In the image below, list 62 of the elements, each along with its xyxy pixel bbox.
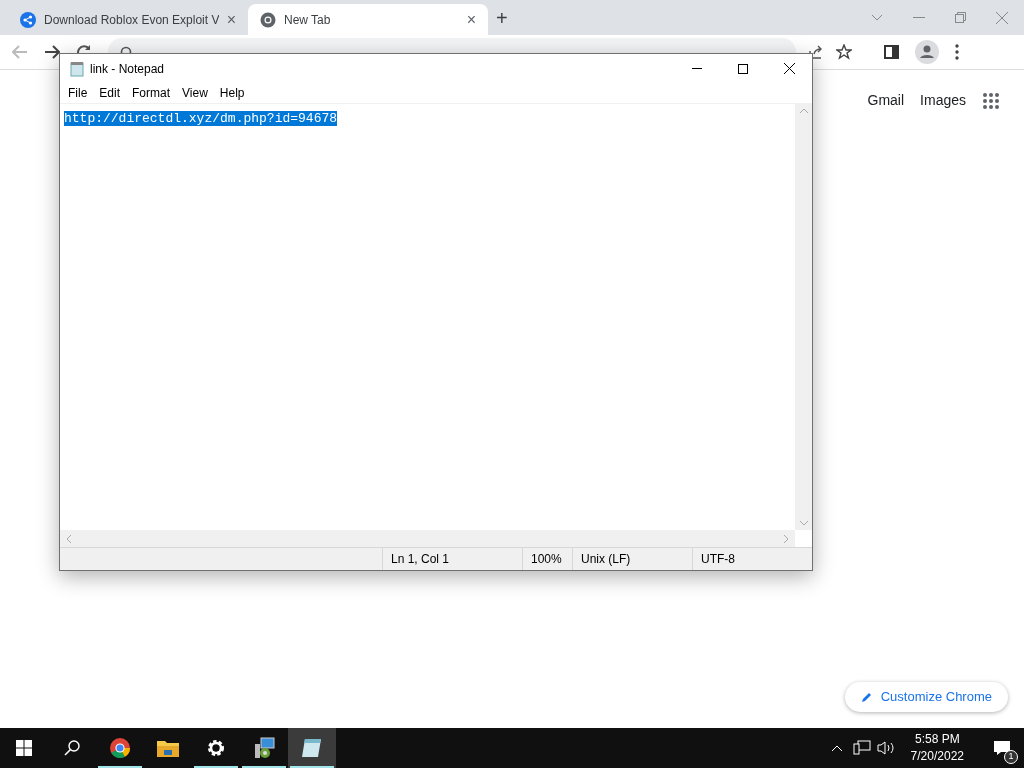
clock-date: 7/20/2022 — [910, 748, 964, 765]
customize-chrome-button[interactable]: Customize Chrome — [844, 682, 1008, 712]
close-icon — [783, 63, 795, 74]
search-icon — [64, 740, 80, 756]
tab-title: Download Roblox Evon Exploit V — [44, 11, 219, 29]
notification-count: 1 — [1004, 750, 1018, 764]
header-link[interactable]: Gmail — [867, 90, 905, 111]
share-icon[interactable] — [808, 44, 824, 60]
windows-logo-icon — [16, 740, 32, 756]
scroll-left-icon — [66, 534, 71, 543]
status-field: UTF-8 — [692, 548, 812, 570]
apps-grid-icon[interactable] — [982, 91, 1000, 110]
star-icon[interactable] — [836, 44, 852, 60]
menu-item[interactable]: View — [176, 84, 214, 102]
profile-icon[interactable] — [915, 40, 939, 64]
minimize-icon[interactable] — [913, 16, 925, 19]
menu-item[interactable]: Format — [126, 84, 177, 102]
gear-icon — [206, 738, 226, 758]
chrome-icon — [109, 737, 131, 759]
header-link[interactable]: Images — [920, 90, 966, 111]
status-field: Unix (LF) — [572, 548, 692, 570]
pencil-icon — [860, 691, 873, 703]
notification-button[interactable]: 1 — [980, 728, 1024, 768]
vertical-scrollbar[interactable] — [795, 104, 812, 530]
installer-icon — [252, 736, 276, 760]
clock-time: 5:58 PM — [914, 731, 960, 748]
notepad-icon — [300, 737, 324, 759]
speaker-icon[interactable] — [876, 740, 895, 756]
side-panel-icon[interactable] — [884, 45, 899, 59]
browser-tab[interactable]: New Tab × — [248, 4, 488, 35]
browser-tab[interactable]: Download Roblox Evon Exploit V × — [8, 4, 248, 35]
notepad-icon — [69, 60, 85, 77]
scroll-right-icon — [784, 534, 789, 543]
menu-icon[interactable] — [955, 44, 959, 60]
menu-item[interactable]: Help — [213, 84, 251, 102]
menu-item[interactable]: File — [62, 84, 94, 102]
chevron-up-icon[interactable] — [830, 744, 843, 752]
scroll-up-icon — [799, 108, 808, 113]
folder-icon — [156, 738, 180, 758]
chevron-down-icon[interactable] — [871, 13, 883, 22]
clock[interactable]: 5:58 PM 7/20/2022 — [902, 731, 972, 765]
tab-title: New Tab — [284, 11, 332, 29]
status-field: 100% — [522, 548, 572, 570]
status-field: Ln 1, Col 1 — [382, 548, 522, 570]
close-icon[interactable]: × — [226, 11, 236, 28]
scroll-down-icon — [799, 521, 808, 526]
maximize-icon — [738, 63, 748, 74]
document-text: http://directdl.xyz/dm.php?id=94678 — [64, 111, 338, 126]
new-tab-button[interactable]: + — [496, 7, 508, 28]
share-icon — [20, 11, 36, 28]
horizontal-scrollbar[interactable] — [60, 530, 795, 547]
chrome-icon — [260, 11, 276, 28]
restore-icon[interactable] — [955, 12, 966, 23]
notification-icon — [993, 740, 1011, 756]
menu-item[interactable]: Edit — [93, 84, 127, 102]
close-icon[interactable] — [996, 11, 1008, 24]
taskbar-app[interactable] — [288, 728, 336, 768]
close-icon[interactable]: × — [466, 11, 476, 28]
window-title: link - Notepad — [90, 60, 166, 78]
minimize-icon — [692, 68, 702, 69]
network-icon[interactable] — [852, 740, 871, 756]
forward-arrow-icon[interactable] — [44, 45, 60, 59]
